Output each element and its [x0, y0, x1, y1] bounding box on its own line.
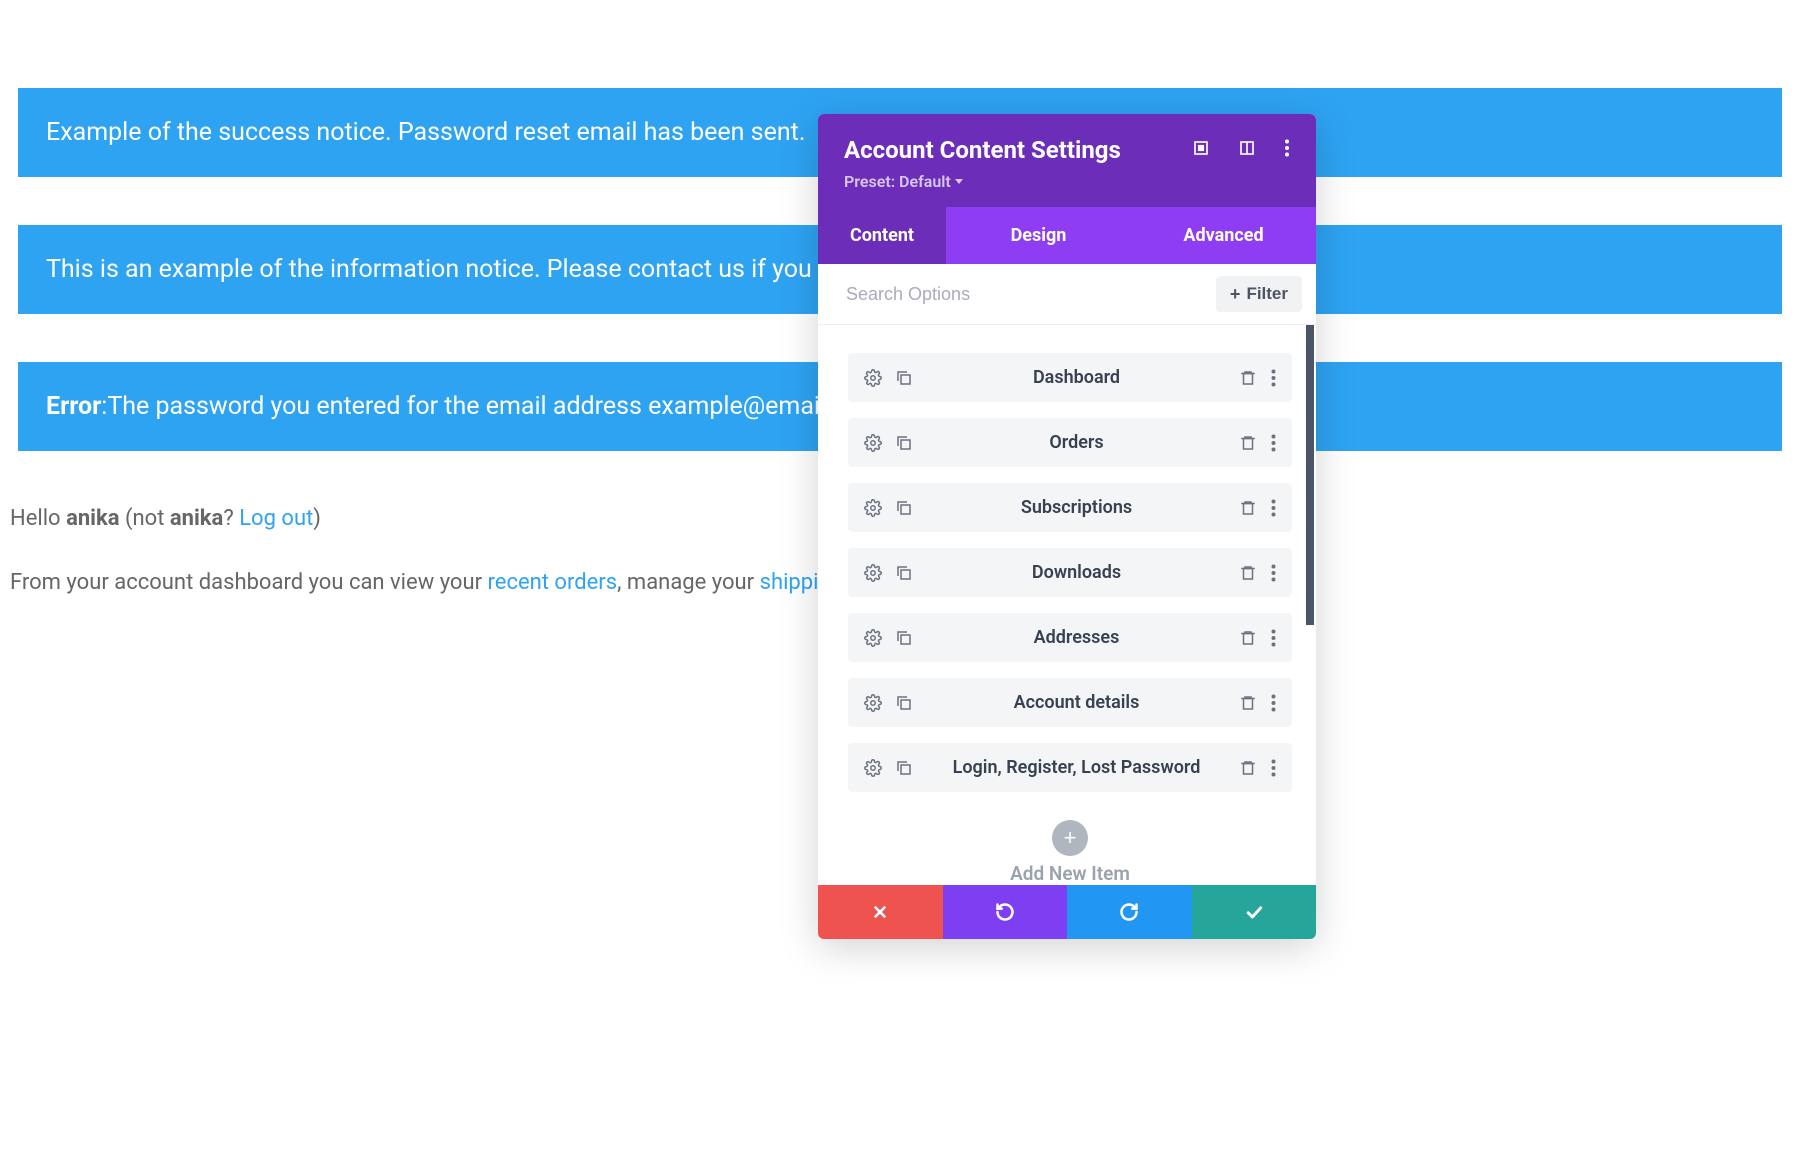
trash-icon[interactable] [1239, 564, 1257, 582]
tab-content[interactable]: Content [818, 207, 946, 264]
error-label: Error [46, 392, 101, 421]
preset-selector[interactable]: Preset: Default [844, 172, 1290, 191]
list-item-label: Orders [914, 432, 1239, 453]
duplicate-icon[interactable] [894, 499, 914, 517]
list-item[interactable]: Orders [848, 418, 1292, 467]
expand-icon[interactable] [1192, 139, 1210, 161]
list-item-label: Subscriptions [914, 497, 1239, 518]
list-item[interactable]: Login, Register, Lost Password [848, 743, 1292, 792]
add-item-button[interactable]: + [1052, 820, 1088, 856]
trash-icon[interactable] [1239, 369, 1257, 387]
hello-text: Hello [10, 506, 66, 531]
duplicate-icon[interactable] [894, 369, 914, 387]
panel-header: Account Content Settings Preset: Default [818, 114, 1316, 207]
filter-button[interactable]: + Filter [1216, 276, 1302, 312]
duplicate-icon[interactable] [894, 759, 914, 777]
list-item[interactable]: Account details [848, 678, 1292, 727]
trash-icon[interactable] [1239, 759, 1257, 777]
more-icon[interactable] [1271, 499, 1276, 517]
list-item[interactable]: Dashboard [848, 353, 1292, 402]
more-icon[interactable] [1284, 139, 1290, 161]
dashboard-mid: , manage your [617, 570, 759, 595]
duplicate-icon[interactable] [894, 694, 914, 712]
more-icon[interactable] [1271, 694, 1276, 712]
list-item[interactable]: Subscriptions [848, 483, 1292, 532]
list-item-label: Addresses [914, 627, 1239, 648]
list-item-label: Dashboard [914, 367, 1239, 388]
logout-link[interactable]: Log out [239, 506, 313, 531]
username: anika [66, 506, 119, 531]
duplicate-icon[interactable] [894, 564, 914, 582]
caret-down-icon [955, 179, 963, 184]
gear-icon[interactable] [864, 564, 882, 582]
more-icon[interactable] [1271, 369, 1276, 387]
scrollbar-thumb[interactable] [1306, 325, 1314, 625]
success-notice-text: Example of the success notice. Password … [46, 118, 805, 147]
gear-icon[interactable] [864, 369, 882, 387]
list-item-label: Downloads [914, 562, 1239, 583]
preset-label: Preset: Default [844, 172, 951, 191]
add-item-label: Add New Item [848, 862, 1292, 885]
gear-icon[interactable] [864, 434, 882, 452]
settings-panel: Account Content Settings Preset: Default… [818, 114, 1316, 939]
dashboard-prefix: From your account dashboard you can view… [10, 570, 488, 595]
gear-icon[interactable] [864, 694, 882, 712]
list-item-label: Account details [914, 692, 1239, 713]
items-scroll-area: Dashboard Orders Subscriptions Downloads Add… [818, 325, 1316, 885]
trash-icon[interactable] [1239, 629, 1257, 647]
username-repeat: anika [170, 506, 223, 531]
trash-icon[interactable] [1239, 499, 1257, 517]
plus-icon: + [1230, 285, 1241, 303]
snap-icon[interactable] [1238, 139, 1256, 161]
list-item[interactable]: Addresses [848, 613, 1292, 662]
search-input[interactable] [846, 284, 1216, 305]
recent-orders-link[interactable]: recent orders [488, 570, 618, 595]
gear-icon[interactable] [864, 499, 882, 517]
trash-icon[interactable] [1239, 694, 1257, 712]
duplicate-icon[interactable] [894, 434, 914, 452]
tabs: Content Design Advanced [818, 207, 1316, 264]
not-prefix: (not [120, 506, 170, 531]
tab-advanced[interactable]: Advanced [1131, 207, 1316, 264]
list-item[interactable]: Downloads [848, 548, 1292, 597]
gear-icon[interactable] [864, 629, 882, 647]
filter-label: Filter [1246, 284, 1288, 304]
info-notice-text: This is an example of the information no… [46, 255, 882, 284]
tab-design[interactable]: Design [946, 207, 1131, 264]
error-text: :The password you entered for the email … [101, 392, 882, 421]
more-icon[interactable] [1271, 629, 1276, 647]
panel-title: Account Content Settings [844, 136, 1121, 164]
gear-icon[interactable] [864, 759, 882, 777]
greeting-suffix: ) [313, 506, 321, 531]
more-icon[interactable] [1271, 434, 1276, 452]
trash-icon[interactable] [1239, 434, 1257, 452]
more-icon[interactable] [1271, 759, 1276, 777]
more-icon[interactable] [1271, 564, 1276, 582]
duplicate-icon[interactable] [894, 629, 914, 647]
list-item-label: Login, Register, Lost Password [914, 757, 1239, 778]
